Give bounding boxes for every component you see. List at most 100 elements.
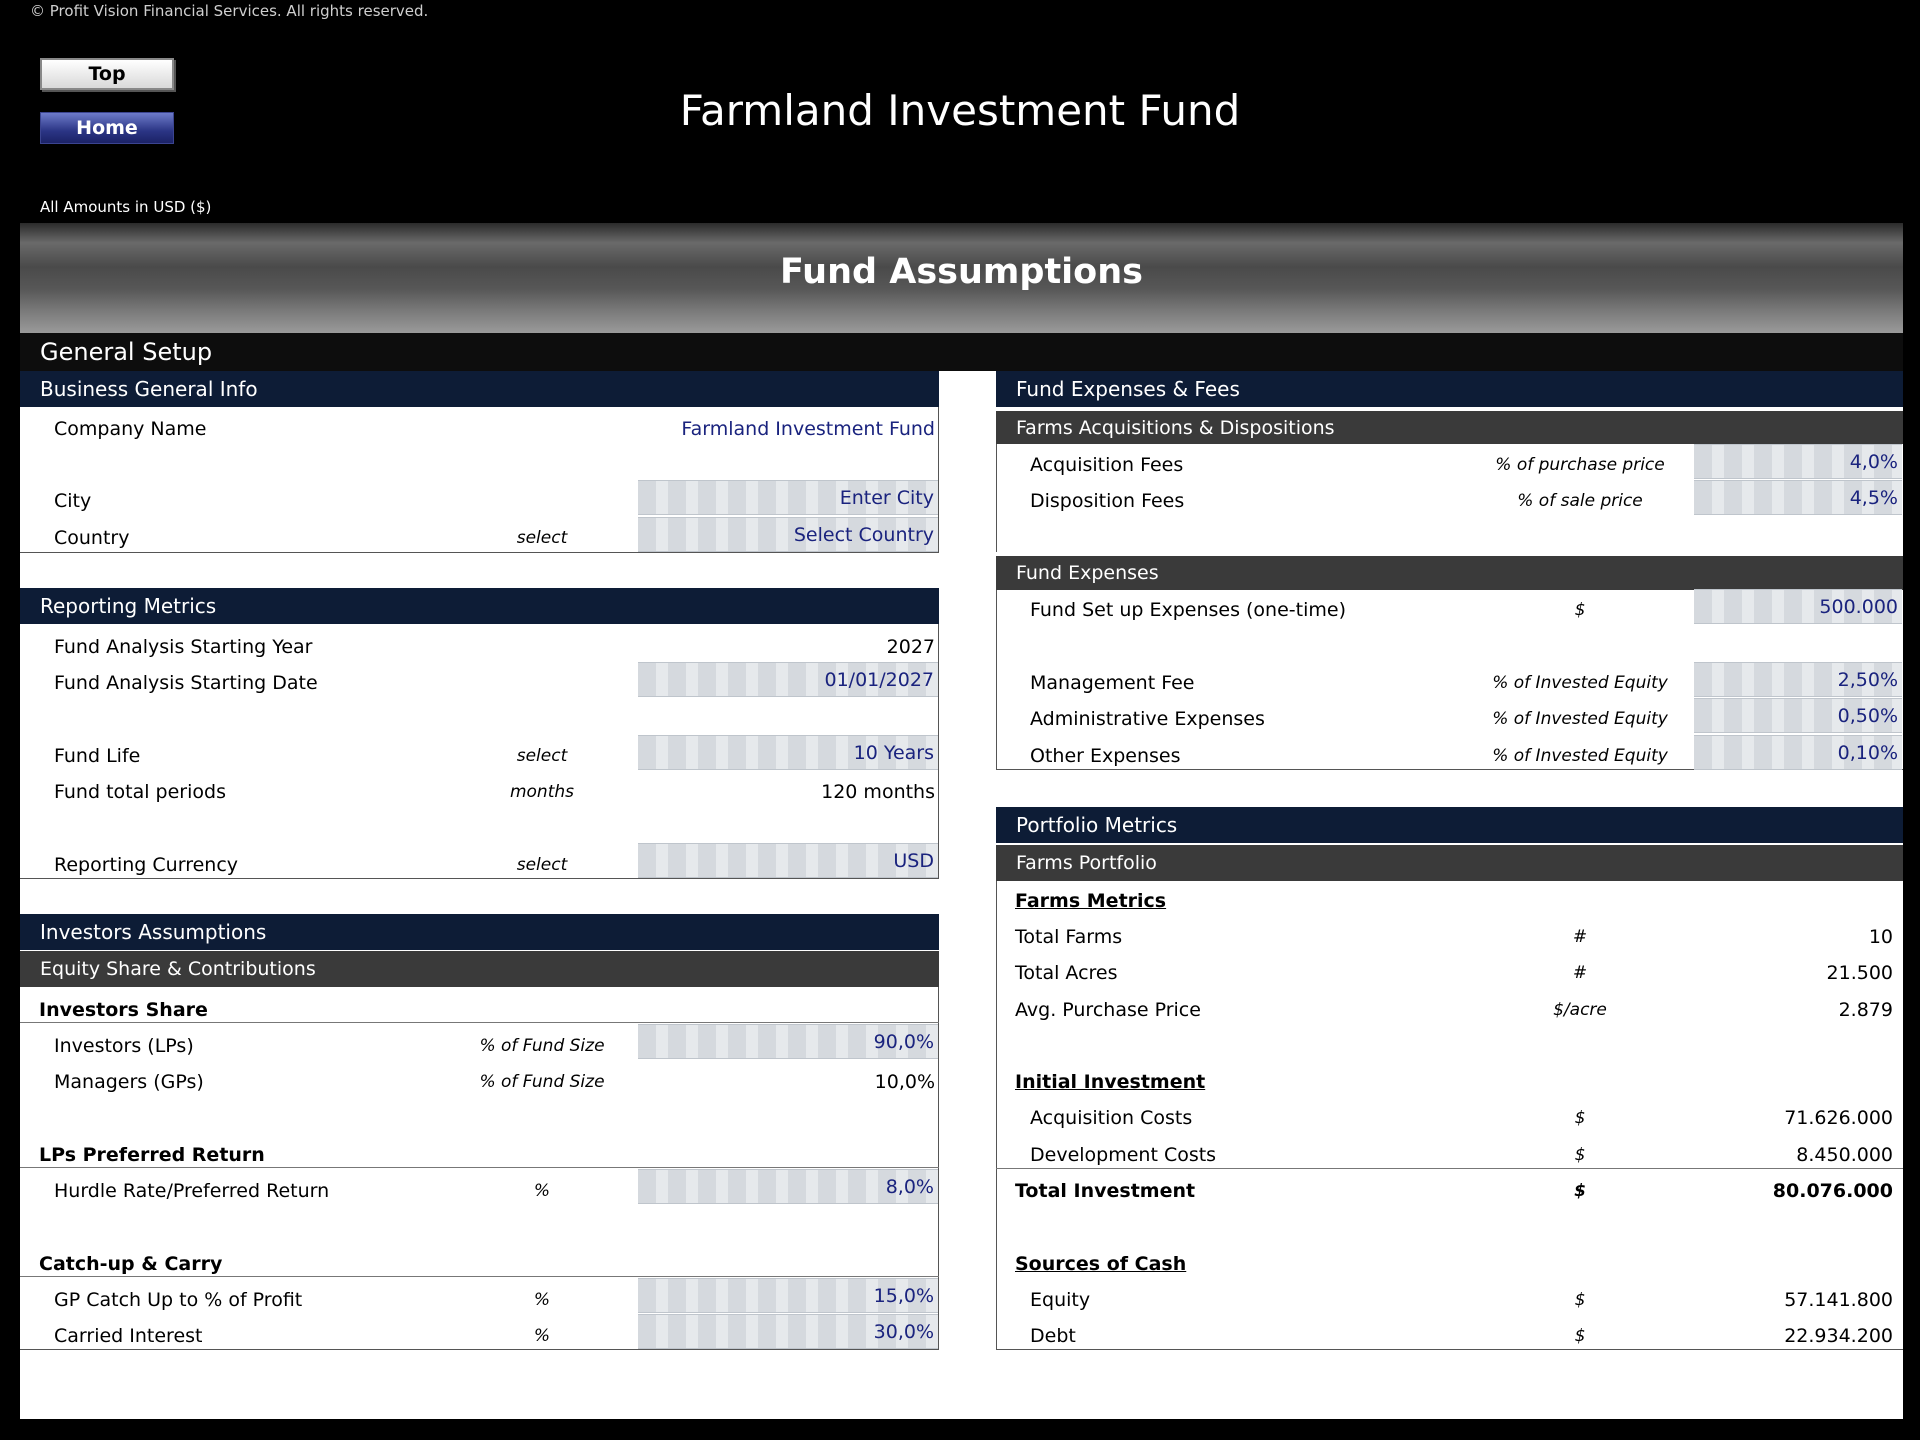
gp-catchup-unit: %: [533, 1290, 551, 1310]
total-farms-unit: #: [1572, 927, 1588, 947]
development-costs-value: 8.450.000: [1796, 1144, 1893, 1166]
portfolio-border-bottom: [996, 1349, 1903, 1350]
fund-expenses-fees-header: Fund Expenses & Fees: [996, 371, 1903, 407]
general-setup-title: General Setup: [40, 338, 213, 366]
preferred-return-heading: LPs Preferred Return: [39, 1144, 265, 1166]
country-unit: select: [516, 528, 568, 548]
start-year-label: Fund Analysis Starting Year: [54, 636, 313, 658]
carried-interest-input[interactable]: 30,0%: [638, 1314, 938, 1349]
gps-value: 10,0%: [874, 1071, 935, 1093]
lps-label: Investors (LPs): [54, 1035, 194, 1057]
portfolio-metrics-header: Portfolio Metrics: [996, 807, 1903, 843]
gp-catchup-label: GP Catch Up to % of Profit: [54, 1289, 303, 1311]
acquisition-fees-label: Acquisition Fees: [1030, 454, 1184, 476]
total-investment-rule: [996, 1168, 1903, 1169]
start-date-label: Fund Analysis Starting Date: [54, 672, 318, 694]
setup-expenses-unit: $: [1574, 600, 1586, 620]
copyright-notice: © Profit Vision Financial Services. All …: [30, 2, 429, 20]
reporting-currency-select[interactable]: USD: [638, 843, 938, 878]
disposition-fees-label: Disposition Fees: [1030, 490, 1185, 512]
country-select[interactable]: Select Country: [638, 517, 938, 552]
management-fee-unit: % of Invested Equity: [1492, 673, 1668, 693]
business-border-right: [938, 407, 939, 552]
reporting-border-bottom: [20, 878, 939, 879]
lps-unit: % of Fund Size: [479, 1036, 605, 1056]
country-label: Country: [54, 527, 130, 549]
gps-label: Managers (GPs): [54, 1071, 204, 1093]
lps-input[interactable]: 90,0%: [638, 1024, 938, 1059]
management-fee-label: Management Fee: [1030, 672, 1195, 694]
admin-expenses-unit: % of Invested Equity: [1492, 709, 1668, 729]
investors-share-heading: Investors Share: [39, 999, 208, 1021]
fund-expenses-border-left: [996, 590, 997, 769]
other-expenses-input[interactable]: 0,10%: [1694, 735, 1902, 770]
city-input[interactable]: Enter City: [638, 480, 938, 515]
carried-interest-unit: %: [533, 1326, 551, 1346]
gps-unit: % of Fund Size: [479, 1072, 605, 1092]
acquisitions-border-left: [996, 444, 997, 552]
gp-catchup-input[interactable]: 15,0%: [638, 1278, 938, 1313]
initial-investment-heading: Initial Investment: [1015, 1071, 1206, 1093]
total-acres-value: 21.500: [1826, 962, 1893, 984]
disposition-fees-unit: % of sale price: [1517, 491, 1643, 511]
investors-share-rule: [20, 1022, 939, 1023]
reporting-metrics-header: Reporting Metrics: [20, 588, 939, 624]
farms-portfolio-header: Farms Portfolio: [996, 845, 1903, 881]
total-investment-unit: $: [1574, 1181, 1586, 1201]
equity-value: 57.141.800: [1784, 1289, 1893, 1311]
setup-expenses-label: Fund Set up Expenses (one-time): [1030, 599, 1346, 621]
sources-of-cash-heading: Sources of Cash: [1015, 1253, 1187, 1275]
management-fee-input[interactable]: 2,50%: [1694, 662, 1902, 697]
hurdle-rate-label: Hurdle Rate/Preferred Return: [54, 1180, 330, 1202]
acquisition-costs-label: Acquisition Costs: [1030, 1107, 1193, 1129]
total-periods-unit: months: [509, 782, 575, 802]
fund-life-unit: select: [516, 746, 568, 766]
total-acres-unit: #: [1572, 963, 1588, 983]
company-name-label: Company Name: [54, 418, 207, 440]
reporting-border-right: [938, 624, 939, 878]
start-year-value: 2027: [886, 636, 935, 658]
portfolio-border-left: [996, 881, 997, 1349]
currency-note: All Amounts in USD ($): [40, 198, 212, 216]
catchup-carry-rule: [20, 1276, 939, 1277]
acquisitions-dispositions-header: Farms Acquisitions & Dispositions: [996, 411, 1903, 444]
hurdle-rate-input[interactable]: 8,0%: [638, 1169, 938, 1204]
farms-metrics-heading: Farms Metrics: [1015, 890, 1167, 912]
preferred-return-rule: [20, 1167, 939, 1168]
reporting-currency-unit: select: [516, 855, 568, 875]
debt-unit: $: [1574, 1326, 1586, 1346]
start-date-input[interactable]: 01/01/2027: [638, 662, 938, 697]
total-farms-value: 10: [1868, 926, 1893, 948]
fund-expenses-header: Fund Expenses: [996, 556, 1903, 590]
admin-expenses-input[interactable]: 0,50%: [1694, 698, 1902, 733]
total-periods-value: 120 months: [821, 781, 935, 803]
carried-interest-label: Carried Interest: [54, 1325, 203, 1347]
disposition-fees-input[interactable]: 4,5%: [1694, 480, 1902, 515]
acquisition-costs-value: 71.626.000: [1784, 1107, 1893, 1129]
equity-unit: $: [1574, 1290, 1586, 1310]
fund-life-label: Fund Life: [54, 745, 141, 767]
hurdle-rate-unit: %: [533, 1181, 551, 1201]
acquisition-fees-unit: % of purchase price: [1495, 455, 1665, 475]
fund-life-select[interactable]: 10 Years: [638, 735, 938, 770]
investors-header: Investors Assumptions: [20, 914, 939, 950]
total-investment-label: Total Investment: [1015, 1180, 1196, 1202]
debt-label: Debt: [1030, 1325, 1076, 1347]
avg-price-label: Avg. Purchase Price: [1015, 999, 1201, 1021]
reporting-currency-label: Reporting Currency: [54, 854, 239, 876]
company-name-value[interactable]: Farmland Investment Fund: [640, 418, 935, 440]
development-costs-unit: $: [1574, 1145, 1586, 1165]
total-periods-label: Fund total periods: [54, 781, 226, 803]
admin-expenses-label: Administrative Expenses: [1030, 708, 1265, 730]
setup-expenses-input[interactable]: 500.000: [1694, 589, 1902, 624]
debt-value: 22.934.200: [1784, 1325, 1893, 1347]
investors-border-bottom: [20, 1349, 939, 1350]
acquisition-costs-unit: $: [1574, 1108, 1586, 1128]
avg-price-value: 2.879: [1838, 999, 1893, 1021]
investors-border-right: [938, 987, 939, 1349]
banner-title: Fund Assumptions: [780, 252, 1143, 292]
other-expenses-label: Other Expenses: [1030, 745, 1181, 767]
total-investment-value: 80.076.000: [1772, 1180, 1893, 1202]
general-setup-bar: [20, 333, 1903, 371]
acquisition-fees-input[interactable]: 4,0%: [1694, 444, 1902, 479]
